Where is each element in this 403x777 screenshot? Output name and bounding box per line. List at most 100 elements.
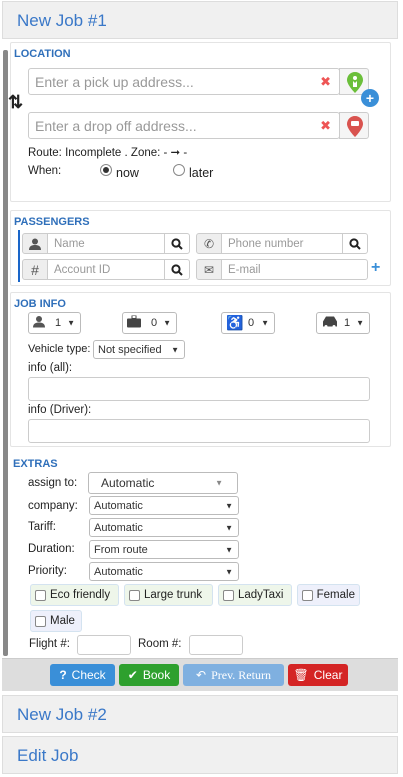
- route-status: Route: Incomplete . Zone: - ➞ -: [28, 147, 188, 159]
- luggage-count: 0: [151, 317, 158, 329]
- dropoff-pin-button[interactable]: [339, 112, 369, 139]
- account-placeholder: Account ID: [54, 263, 111, 276]
- info-all-label: info (all):: [28, 362, 73, 374]
- name-input[interactable]: Name: [47, 233, 165, 254]
- duration-select[interactable]: From route ▼: [89, 540, 239, 559]
- vehicles-count-select[interactable]: 1 ▼: [316, 312, 370, 334]
- phone-input[interactable]: Phone number: [221, 233, 343, 254]
- female-checkbox[interactable]: Female: [297, 584, 360, 606]
- search-icon[interactable]: [164, 233, 190, 254]
- email-input[interactable]: E-mail: [221, 259, 368, 280]
- envelope-icon: ✉: [196, 259, 222, 280]
- book-button[interactable]: ✔ Book: [119, 664, 179, 686]
- user-icon: [22, 233, 48, 254]
- search-icon[interactable]: [164, 259, 190, 280]
- flight-input[interactable]: [77, 635, 131, 655]
- priority-value: Automatic: [94, 565, 143, 578]
- account-id-input[interactable]: Account ID: [47, 259, 165, 280]
- briefcase-icon: [127, 315, 141, 331]
- info-driver-input[interactable]: [28, 419, 370, 443]
- add-passenger-icon[interactable]: +: [371, 259, 380, 277]
- section-title: JOB INFO: [14, 298, 66, 310]
- info-driver-label: info (Driver):: [28, 404, 92, 416]
- assign-value: Automatic: [101, 476, 155, 490]
- vehicle-type-label: Vehicle type:: [28, 343, 91, 355]
- phone-icon: ✆: [196, 233, 222, 254]
- dropoff-input[interactable]: Enter a drop off address... ✖: [28, 112, 340, 139]
- later-label: later: [189, 166, 214, 180]
- lady-label: LadyTaxi: [238, 589, 284, 601]
- job-tab-label: New Job #1: [17, 11, 107, 30]
- now-radio[interactable]: [100, 164, 112, 176]
- assign-select[interactable]: Automatic ▼: [88, 472, 238, 494]
- tariff-select[interactable]: Automatic ▼: [89, 518, 239, 537]
- prev-label: Prev. Return: [211, 667, 271, 682]
- duration-label: Duration:: [28, 543, 75, 555]
- add-stop-icon[interactable]: +: [361, 89, 379, 107]
- search-icon[interactable]: [342, 233, 368, 254]
- vehicles-count: 1: [344, 317, 351, 329]
- now-label: now: [116, 166, 139, 180]
- eco-label: Eco friendly: [50, 589, 111, 601]
- room-input[interactable]: [189, 635, 243, 655]
- job-tab-label: New Job #2: [17, 705, 107, 724]
- section-title: LOCATION: [14, 48, 71, 60]
- job-tab-new-1[interactable]: New Job #1: [2, 1, 398, 39]
- job-tab-edit[interactable]: Edit Job: [2, 736, 398, 774]
- pickup-placeholder: Enter a pick up address...: [35, 73, 194, 90]
- priority-label: Priority:: [28, 565, 67, 577]
- pickup-input[interactable]: Enter a pick up address... ✖: [28, 68, 340, 95]
- company-value: Automatic: [94, 499, 143, 512]
- wheelchair-count: 0: [248, 317, 255, 329]
- section-title: EXTRAS: [13, 458, 58, 470]
- company-label: company:: [28, 500, 78, 512]
- male-label: Male: [50, 615, 75, 627]
- company-select[interactable]: Automatic ▼: [89, 496, 239, 515]
- passengers-count-select[interactable]: 1 ▼: [28, 312, 81, 334]
- later-radio[interactable]: [173, 164, 185, 176]
- hash-icon: #: [22, 259, 48, 280]
- check-label: Check: [71, 668, 106, 682]
- person-icon: [33, 316, 45, 331]
- room-label: Room #:: [138, 638, 182, 650]
- large-trunk-checkbox[interactable]: Large trunk: [124, 584, 213, 606]
- dropoff-placeholder: Enter a drop off address...: [35, 117, 197, 134]
- wheelchair-count-select[interactable]: ♿ 0 ▼: [221, 312, 275, 334]
- clear-icon[interactable]: ✖: [320, 118, 331, 134]
- eco-friendly-checkbox[interactable]: Eco friendly: [30, 584, 119, 606]
- job-tab-new-2[interactable]: New Job #2: [2, 695, 398, 733]
- clear-button[interactable]: 🗑 Clear: [288, 664, 348, 686]
- passenger-marker: [18, 230, 20, 282]
- vehicle-type-select[interactable]: Not specified ▼: [93, 340, 185, 359]
- male-checkbox[interactable]: Male: [30, 610, 82, 632]
- info-all-input[interactable]: [28, 377, 370, 401]
- section-title: PASSENGERS: [14, 216, 90, 228]
- assign-label: assign to:: [28, 477, 78, 489]
- clear-label: Clear: [313, 668, 343, 682]
- trunk-label: Large trunk: [144, 589, 203, 601]
- checkmark-icon: ✔: [127, 668, 138, 682]
- phone-placeholder: Phone number: [228, 237, 304, 250]
- email-placeholder: E-mail: [228, 263, 261, 276]
- when-label: When:: [28, 165, 62, 177]
- check-button[interactable]: ? Check: [50, 664, 115, 686]
- dropoff-pin-icon: [347, 116, 363, 137]
- trash-icon: 🗑: [293, 668, 309, 682]
- vehicle-type-value: Not specified: [98, 343, 162, 356]
- luggage-count-select[interactable]: 0 ▼: [122, 312, 177, 334]
- prev-return-button[interactable]: ↶ Prev. Return: [183, 664, 284, 686]
- name-placeholder: Name: [54, 237, 85, 250]
- car-icon: [321, 316, 339, 331]
- wheelchair-icon: ♿: [226, 314, 244, 331]
- duration-value: From route: [94, 543, 148, 556]
- tariff-label: Tariff:: [28, 521, 56, 533]
- swap-addresses-icon[interactable]: ⇅: [8, 92, 23, 113]
- priority-select[interactable]: Automatic ▼: [89, 562, 239, 581]
- flight-label: Flight #:: [29, 638, 70, 650]
- tariff-value: Automatic: [94, 521, 143, 534]
- job-tab-label: Edit Job: [17, 746, 79, 765]
- scroll-handle[interactable]: [3, 50, 8, 656]
- lady-taxi-checkbox[interactable]: LadyTaxi: [218, 584, 292, 606]
- book-label: Book: [142, 668, 171, 682]
- clear-icon[interactable]: ✖: [320, 74, 331, 90]
